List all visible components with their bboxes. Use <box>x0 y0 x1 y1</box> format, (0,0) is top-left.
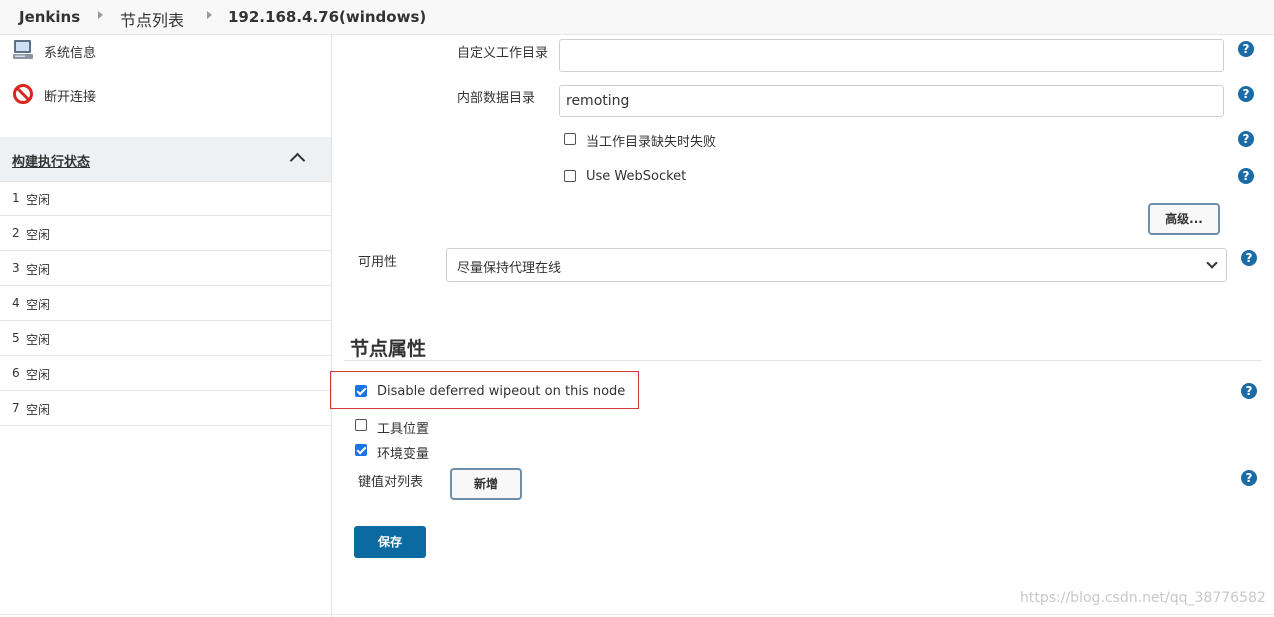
sidebar-item-system-info[interactable]: 系统信息 <box>12 39 212 63</box>
save-button[interactable]: 保存 <box>354 526 426 558</box>
custom-workdir-input[interactable] <box>559 39 1224 72</box>
sidebar-item-label: 系统信息 <box>44 46 97 61</box>
executor-panel-title[interactable]: 构建执行状态 <box>12 151 90 170</box>
tool-locations-label: 工具位置 <box>377 422 430 437</box>
executor-status: 空闲 <box>26 403 51 417</box>
fail-if-workdir-missing-label: 当工作目录缺失时失败 <box>586 135 717 150</box>
executor-status: 空闲 <box>26 333 51 347</box>
executor-number: 5 <box>12 331 20 345</box>
help-icon[interactable]: ? <box>1238 131 1254 147</box>
disable-deferred-wipeout-label: Disable deferred wipeout on this node <box>377 384 626 399</box>
fail-if-workdir-missing-checkbox[interactable] <box>564 133 576 145</box>
sidebar-item-label: 断开连接 <box>44 90 97 105</box>
breadcrumb-node[interactable]: 192.168.4.76(windows) <box>228 8 426 26</box>
executor-row: 6 空闲 <box>0 356 331 391</box>
help-icon[interactable]: ? <box>1238 86 1254 102</box>
custom-workdir-label: 自定义工作目录 <box>457 46 549 61</box>
chevron-down-icon <box>1206 257 1218 269</box>
executor-number: 7 <box>12 401 20 415</box>
use-websocket-checkbox[interactable] <box>564 170 576 182</box>
kv-list-label: 键值对列表 <box>358 475 424 490</box>
help-icon[interactable]: ? <box>1241 470 1257 486</box>
advanced-button[interactable]: 高级... <box>1148 203 1220 235</box>
tool-locations-checkbox[interactable] <box>355 419 367 431</box>
env-vars-checkbox[interactable] <box>355 444 367 456</box>
executor-status: 空闲 <box>26 193 51 207</box>
help-icon[interactable]: ? <box>1238 41 1254 57</box>
node-properties-title: 节点属性 <box>350 338 427 360</box>
use-websocket-label: Use WebSocket <box>586 169 687 184</box>
sidebar-item-disconnect[interactable]: 断开连接 <box>12 83 212 107</box>
executor-status: 空闲 <box>26 263 51 277</box>
help-icon[interactable]: ? <box>1241 383 1257 399</box>
help-icon[interactable]: ? <box>1238 168 1254 184</box>
availability-label: 可用性 <box>358 255 398 270</box>
executor-number: 3 <box>12 261 20 275</box>
chevron-up-icon[interactable] <box>289 152 306 169</box>
internal-data-dir-input[interactable] <box>559 85 1224 117</box>
chevron-right-icon <box>98 11 103 19</box>
footer-divider <box>0 614 1274 615</box>
executor-row: 7 空闲 <box>0 391 331 426</box>
sidebar: 系统信息 断开连接 构建执行状态 1 空闲 2 空闲 3 空闲 4 空闲 5 空… <box>0 35 332 617</box>
executor-row: 3 空闲 <box>0 251 331 286</box>
executor-number: 6 <box>12 366 20 380</box>
help-icon[interactable]: ? <box>1241 250 1257 266</box>
executor-status: 空闲 <box>26 368 51 382</box>
computer-icon <box>13 40 33 59</box>
executor-row: 1 空闲 <box>0 181 331 216</box>
availability-value: 尽量保持代理在线 <box>457 261 562 276</box>
env-vars-label: 环境变量 <box>377 447 430 462</box>
availability-select[interactable]: 尽量保持代理在线 <box>446 248 1227 282</box>
breadcrumb-node-list[interactable]: 节点列表 <box>120 7 184 31</box>
breadcrumb-jenkins[interactable]: Jenkins <box>19 8 80 26</box>
executor-row: 4 空闲 <box>0 286 331 321</box>
chevron-right-icon <box>207 11 212 19</box>
executor-number: 4 <box>12 296 20 310</box>
breadcrumb: Jenkins 节点列表 192.168.4.76(windows) <box>0 0 1274 35</box>
executor-status: 空闲 <box>26 228 51 242</box>
add-button[interactable]: 新增 <box>450 468 522 500</box>
executor-status: 空闲 <box>26 298 51 312</box>
executor-row: 5 空闲 <box>0 321 331 356</box>
executor-number: 2 <box>12 226 20 240</box>
internal-data-dir-label: 内部数据目录 <box>457 91 536 106</box>
disable-deferred-wipeout-checkbox[interactable] <box>355 385 367 397</box>
executor-number: 1 <box>12 191 20 205</box>
executor-panel-header[interactable]: 构建执行状态 <box>0 137 331 182</box>
section-divider <box>344 360 1262 361</box>
watermark: https://blog.csdn.net/qq_38776582 <box>1020 590 1266 606</box>
no-entry-icon <box>13 84 33 104</box>
executor-row: 2 空闲 <box>0 216 331 251</box>
